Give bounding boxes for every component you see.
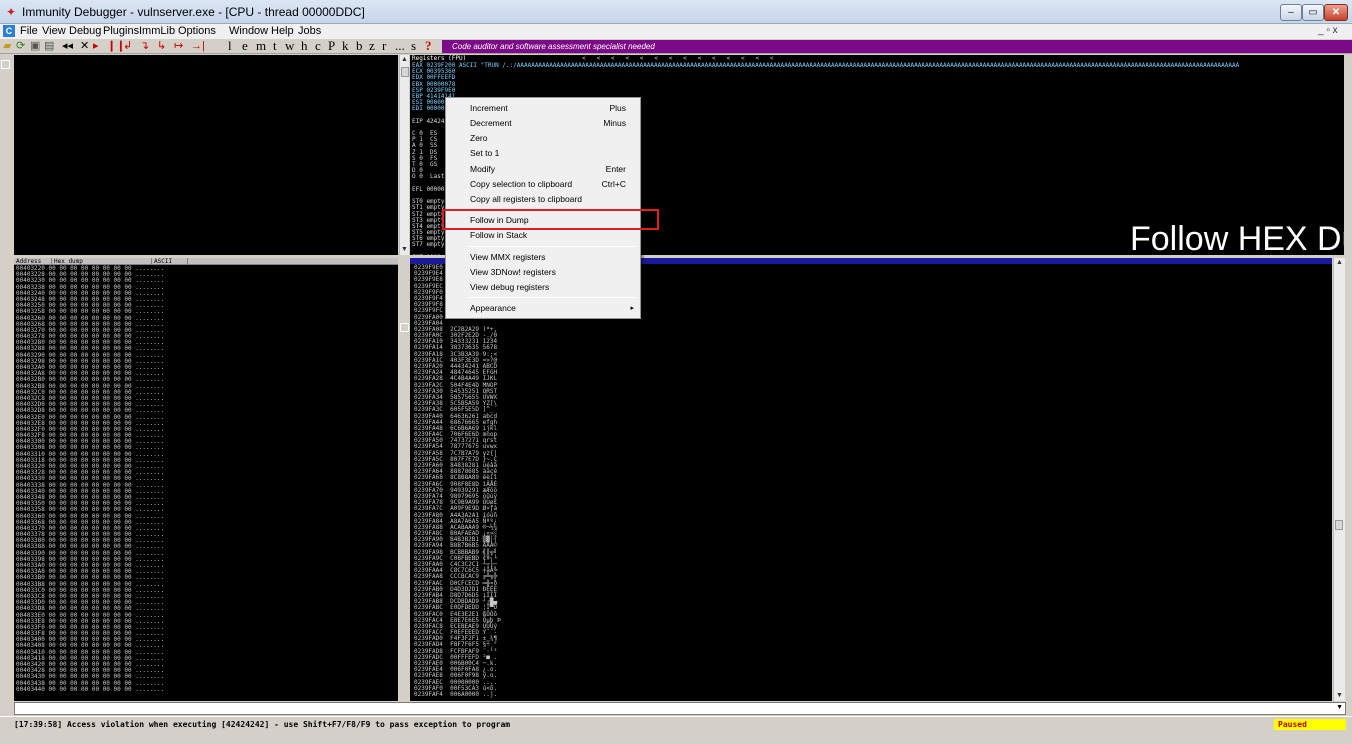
toolbar-r-references[interactable]: r xyxy=(382,39,386,53)
menu-immlib[interactable]: ImmLib xyxy=(139,25,175,37)
menu-view[interactable]: View xyxy=(42,25,66,37)
menu-item-view-debug-registers[interactable]: View debug registers xyxy=(446,280,640,295)
toolbar-p-patches[interactable]: P xyxy=(328,39,335,53)
disassembly-scrollbar[interactable]: ▲ ▼ xyxy=(399,55,409,255)
menu-options[interactable]: Options xyxy=(178,25,216,37)
stack-row[interactable]: 0239FAF4 006A0000 ..j. xyxy=(414,691,501,698)
menu-item-decrement[interactable]: Decrement Minus xyxy=(446,116,640,131)
mdi-window-controls[interactable]: _ ▫ x xyxy=(1318,25,1338,36)
toolbar-k-callstack[interactable]: k xyxy=(342,39,349,53)
menu-item-modify[interactable]: Modify Enter xyxy=(446,162,640,177)
menu-help[interactable]: Help xyxy=(271,25,294,37)
register-context-menu: Increment Plus Decrement Minus Zero Set to… xyxy=(445,97,641,319)
toolbar-b-breakpoints[interactable]: b xyxy=(356,39,363,53)
open-folder-icon[interactable]: ▰ xyxy=(3,40,11,52)
trace-over-icon[interactable]: ↦ xyxy=(174,40,183,52)
stack-list: 0239F9E0 0239F9E4 0239F9E8 0239F9EC 0239F9F0… xyxy=(414,264,501,698)
menu-item-appearance[interactable]: Appearance ▸ xyxy=(446,301,640,316)
toolbar-s-source[interactable]: s xyxy=(411,39,416,53)
menu-debug[interactable]: Debug xyxy=(69,25,101,37)
minimize-button[interactable]: ‒ xyxy=(1280,4,1302,21)
dump-header: Address Hex dump ASCII xyxy=(14,258,398,265)
scroll-up-arrow[interactable]: ▲ xyxy=(400,55,409,65)
command-dropdown-icon[interactable]: ▼ xyxy=(1336,704,1343,711)
menu-item-set-to-1[interactable]: Set to 1 xyxy=(446,146,640,161)
toolbar-ellipsis-runtrace[interactable]: ... xyxy=(395,39,405,53)
dump-header-hex[interactable]: Hex dump xyxy=(52,258,152,265)
submenu-arrow-icon: ▸ xyxy=(630,305,634,312)
menu-item-copy-all-registers[interactable]: Copy all registers to clipboard xyxy=(446,192,640,207)
toolbar-help-icon[interactable]: ? xyxy=(425,39,432,53)
restart-icon[interactable]: ⟳ xyxy=(16,40,25,52)
menu-separator xyxy=(468,297,636,298)
dump-header-ascii[interactable]: ASCII xyxy=(152,258,188,265)
disassembly-pane[interactable] xyxy=(14,55,398,255)
stack-scrollbar[interactable]: ▲ ▼ xyxy=(1333,258,1345,701)
window-title: Immunity Debugger - vulnserver.exe - [CP… xyxy=(22,5,365,19)
toolbar-z-hardware-bp[interactable]: z xyxy=(369,39,375,53)
menu-item-view-mmx[interactable]: View MMX registers xyxy=(446,250,640,265)
scroll-down-arrow[interactable]: ▼ xyxy=(400,245,409,255)
menu-item-increment[interactable]: Increment Plus xyxy=(446,101,640,116)
close-file-icon[interactable]: ▣ xyxy=(30,40,40,52)
attach-icon[interactable]: ▤ xyxy=(44,40,54,52)
status-bar: [17:39:58] Access violation when executi… xyxy=(0,716,1352,730)
menu-bar: C File View Debug Plugins ImmLib Options… xyxy=(0,24,1352,39)
execute-till-return-icon[interactable]: →| xyxy=(191,40,205,52)
register-row[interactable]: EAX 0239F200 ASCII "TRUN /.:/AAAAAAAAAAA… xyxy=(412,62,1239,69)
scroll-thumb[interactable] xyxy=(1335,520,1343,530)
pane-marker xyxy=(400,323,409,332)
toolbar-c-cpu[interactable]: c xyxy=(315,39,321,53)
step-into-icon[interactable]: ↲ xyxy=(123,40,132,52)
toolbar-w-windows[interactable]: w xyxy=(285,39,294,53)
scroll-up-arrow[interactable]: ▲ xyxy=(1334,258,1345,268)
follow-in-dump-highlight xyxy=(442,209,659,230)
menu-item-follow-in-stack[interactable]: Follow in Stack xyxy=(446,228,640,243)
toolbar-h-handles[interactable]: h xyxy=(301,39,308,53)
immunity-app-icon: ✦ xyxy=(5,5,17,19)
status-paused-badge: Paused xyxy=(1274,719,1346,730)
stack-pane[interactable]: 0239F9E0 0239F9E4 0239F9E8 0239F9EC 0239F9F0… xyxy=(410,258,1332,701)
dump-row[interactable]: 00403440 00 00 00 00 00 00 00 00 .......… xyxy=(16,686,164,693)
toolbar-e-executables[interactable]: e xyxy=(242,39,248,53)
status-message: [17:39:58] Access violation when executi… xyxy=(14,720,511,729)
debugger-window: ✦ Immunity Debugger - vulnserver.exe - [… xyxy=(0,0,1352,744)
menu-item-view-3dnow[interactable]: View 3DNow! registers xyxy=(446,265,640,280)
pane-marker xyxy=(1,60,10,69)
step-over-icon[interactable]: ↴ xyxy=(140,40,149,52)
dump-header-address[interactable]: Address xyxy=(14,258,52,265)
scroll-down-arrow[interactable]: ▼ xyxy=(1334,691,1345,701)
maximize-button[interactable]: ▭ xyxy=(1302,4,1324,21)
toolbar-m-memory[interactable]: m xyxy=(256,39,266,53)
toolbar-l-log[interactable]: l xyxy=(228,39,232,53)
dump-list: 00403220 00 00 00 00 00 00 00 00 .......… xyxy=(16,265,164,693)
command-input[interactable]: ▼ xyxy=(14,702,1346,715)
menu-separator xyxy=(468,246,636,247)
hex-dump-pane[interactable]: 00403220 00 00 00 00 00 00 00 00 .......… xyxy=(14,265,398,701)
rewind-icon[interactable]: ◂◂ xyxy=(62,40,73,52)
menu-file[interactable]: File xyxy=(20,25,38,37)
scroll-thumb[interactable] xyxy=(401,67,409,77)
toolbar-t-threads[interactable]: t xyxy=(273,39,277,53)
trace-into-icon[interactable]: ↳ xyxy=(157,40,166,52)
menu-plugins[interactable]: Plugins xyxy=(103,25,139,37)
title-bar: ✦ Immunity Debugger - vulnserver.exe - [… xyxy=(0,0,1352,24)
toolbar-banner: Code auditor and software assessment spe… xyxy=(442,40,1352,53)
menu-jobs[interactable]: Jobs xyxy=(298,25,321,37)
cpu-window-icon[interactable]: C xyxy=(3,25,15,37)
menu-window[interactable]: Window xyxy=(229,25,268,37)
run-icon[interactable]: ▸ xyxy=(93,40,99,52)
menu-item-zero[interactable]: Zero xyxy=(446,131,640,146)
annotation-text: Follow HEX Dump on ESP xyxy=(1130,220,1344,255)
terminate-icon[interactable]: ✕ xyxy=(80,40,89,52)
close-button[interactable]: ✕ xyxy=(1324,4,1348,21)
registers-title: Registers (FPU) xyxy=(412,55,467,62)
menu-item-copy-selection[interactable]: Copy selection to clipboard Ctrl+C xyxy=(446,177,640,192)
